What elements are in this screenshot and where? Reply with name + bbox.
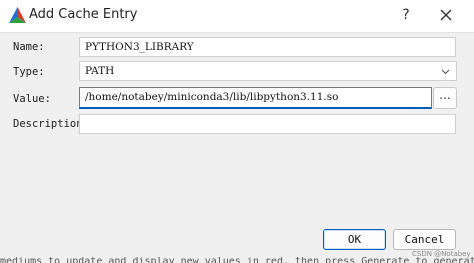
ok-button[interactable]: OK — [323, 229, 386, 250]
cmake-logo-icon — [9, 7, 26, 23]
window-title: Add Cache Entry — [29, 7, 138, 22]
name-label: Name: — [13, 41, 45, 53]
help-button[interactable]: ? — [396, 5, 416, 25]
type-select[interactable]: PATH — [79, 61, 457, 81]
value-label: Value: — [13, 93, 51, 105]
cancel-button[interactable]: Cancel — [393, 229, 456, 250]
browse-button[interactable]: ... — [433, 87, 457, 109]
chevron-down-icon — [441, 69, 450, 75]
value-input[interactable]: /home/notabey/miniconda3/lib/libpython3.… — [79, 87, 432, 109]
title-bar: Add Cache Entry ? — [0, 0, 474, 33]
background-window-text: mediums to update and display new values… — [0, 257, 474, 263]
description-label: Description: — [13, 118, 89, 130]
description-input[interactable] — [79, 114, 456, 134]
type-label: Type: — [13, 66, 45, 78]
name-input[interactable]: PYTHON3_LIBRARY — [79, 37, 456, 57]
type-select-value: PATH — [85, 65, 115, 77]
close-icon[interactable] — [437, 6, 455, 24]
